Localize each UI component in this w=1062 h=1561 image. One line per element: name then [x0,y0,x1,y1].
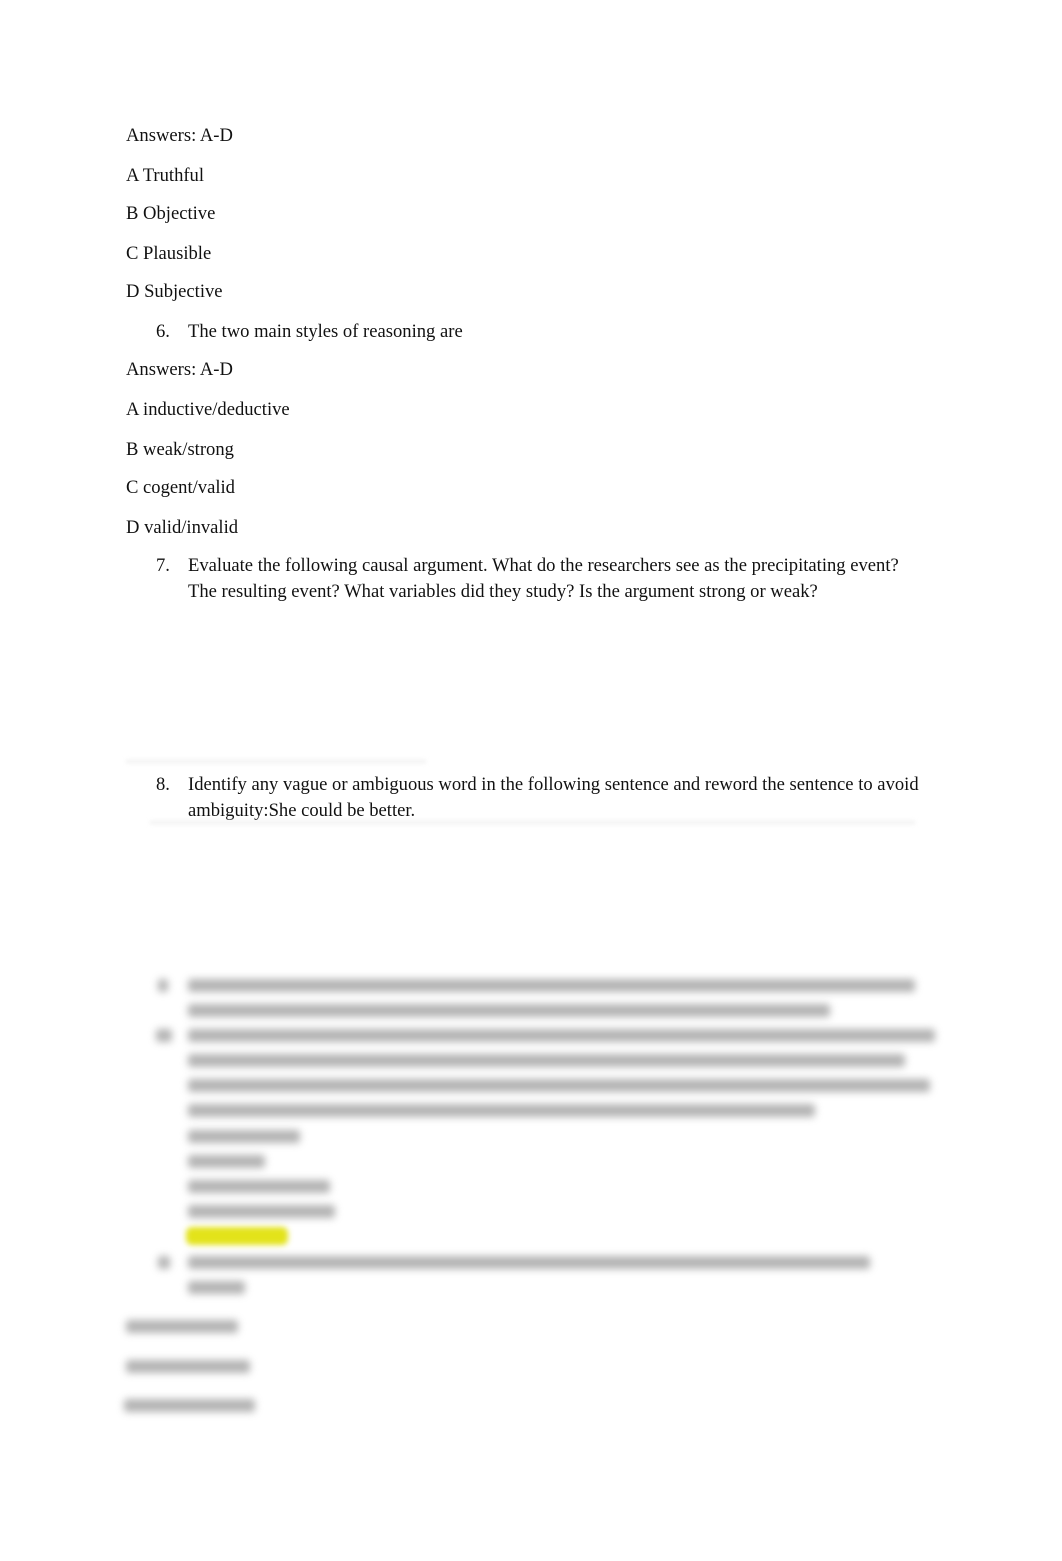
q5-option-d: D Subjective [126,281,223,302]
blurred-line [188,1256,870,1269]
q6-number: 6. [156,321,170,342]
q8-text: Identify any vague or ambiguous word in … [188,774,919,821]
q6-option-b: B weak/strong [126,439,234,460]
blurred-line [124,1399,255,1412]
blurred-line [188,1155,265,1168]
divider [150,821,915,824]
blurred-line [188,979,915,992]
blurred-line [188,1029,935,1042]
blurred-line [126,1360,250,1373]
q7-text: Evaluate the following causal argument. … [188,555,899,602]
blurred-line [126,1320,238,1333]
blurred-line [188,1180,330,1193]
q5-option-a: A Truthful [126,165,205,186]
q7-number: 7. [156,555,170,576]
blurred-number [158,1256,170,1269]
blurred-line [188,1004,830,1017]
q6-text: The two main styles of reasoning are [188,321,463,342]
q6-answers-label: Answers: A-D [126,359,233,380]
q5-option-c: C Plausible [126,243,212,264]
blurred-number [158,979,168,992]
q8-number: 8. [156,774,170,795]
q5-option-b: B Objective [126,203,216,224]
blurred-number [156,1029,172,1042]
q5-answers-label: Answers: A-D [126,125,233,146]
blurred-line [188,1281,245,1294]
blurred-line [188,1130,300,1143]
highlighted-answer [186,1227,288,1245]
blurred-line [188,1079,930,1092]
divider [126,760,426,763]
q6-option-a: A inductive/deductive [126,399,290,420]
blurred-line [188,1054,905,1067]
blurred-line [188,1205,335,1218]
q6-option-d: D valid/invalid [126,517,239,538]
q6-option-c: C cogent/valid [126,477,235,498]
blurred-line [188,1104,815,1117]
